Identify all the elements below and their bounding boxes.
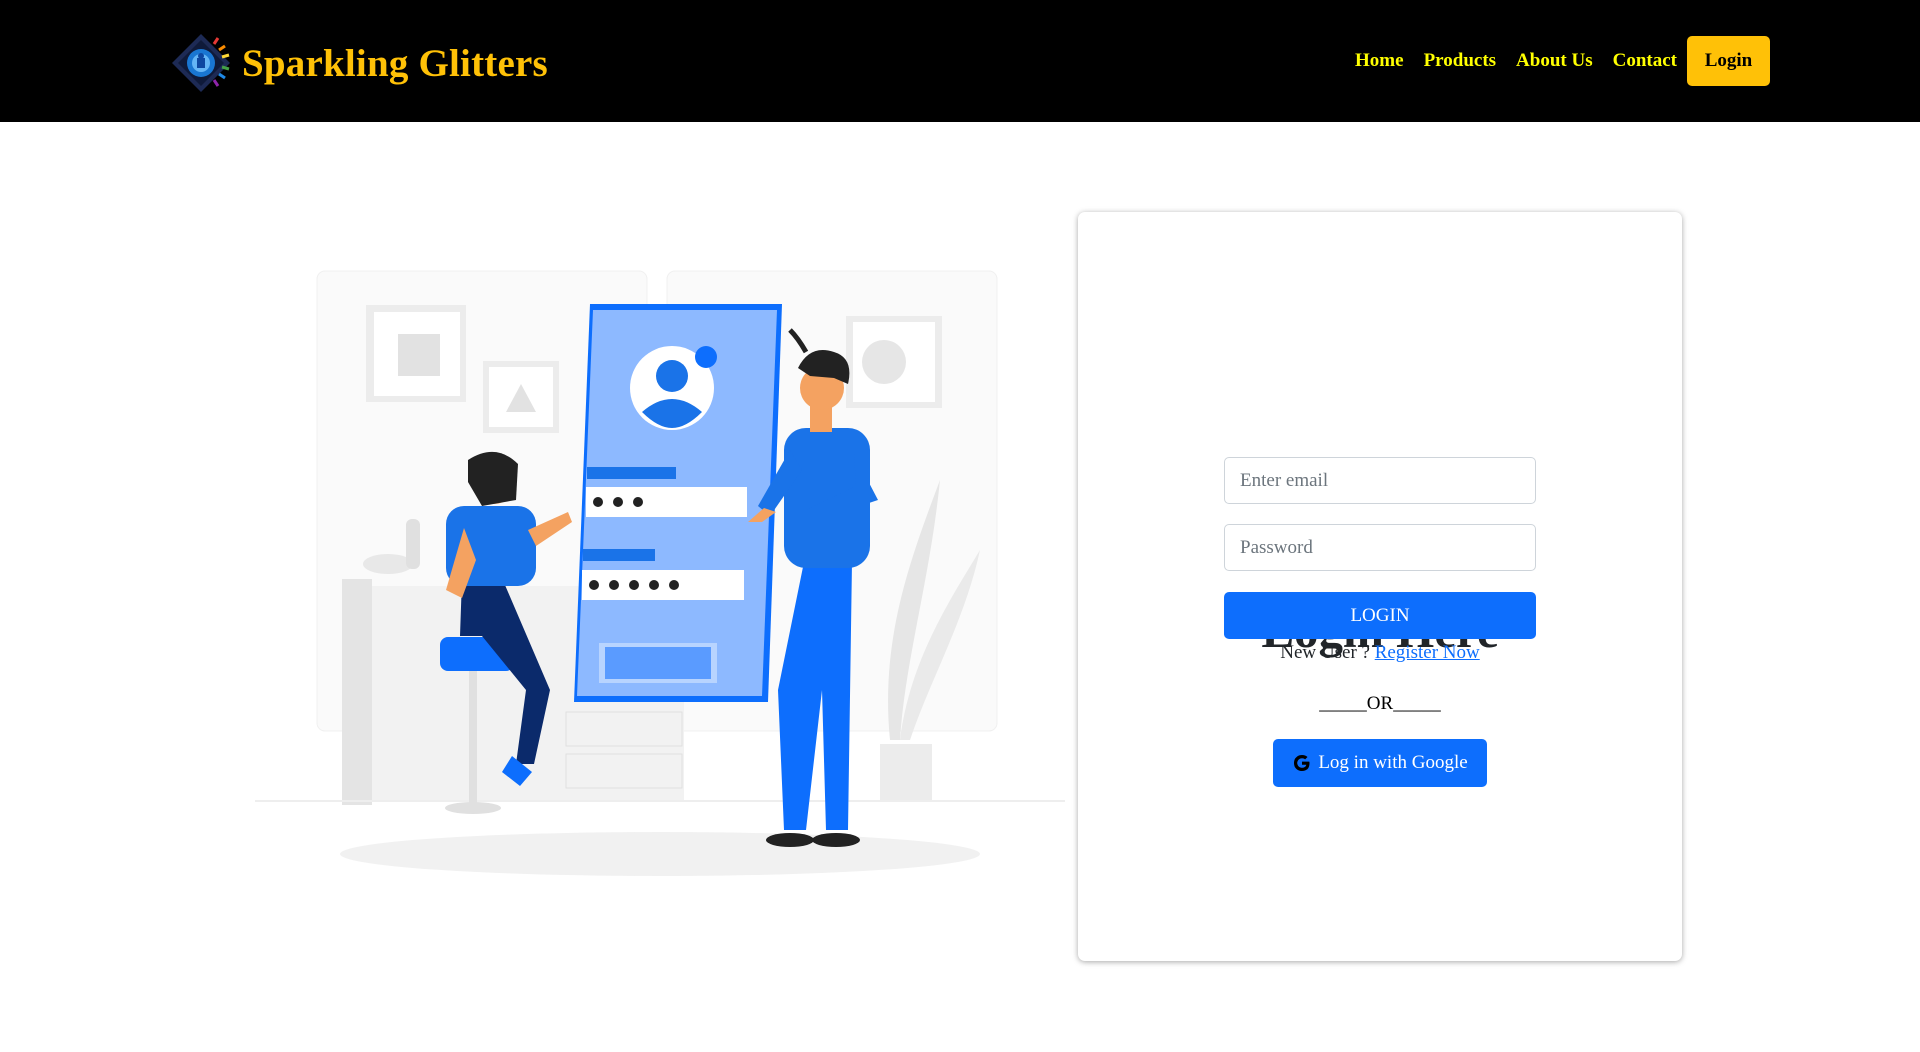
nav-contact-link[interactable]: Contact: [1613, 50, 1677, 72]
login-illustration: [255, 270, 1065, 876]
brand-name: Sparkling Glitters: [242, 41, 548, 85]
password-input[interactable]: [1224, 524, 1536, 571]
nav-about-link[interactable]: About Us: [1516, 50, 1593, 72]
nav-products-link[interactable]: Products: [1424, 50, 1496, 72]
diamond-eye-logo: [172, 34, 230, 92]
email-input[interactable]: [1224, 457, 1536, 504]
google-login-label: Log in with Google: [1318, 752, 1468, 773]
nav-links: Home Products About Us Contact Login: [1335, 36, 1770, 86]
nav-home-link[interactable]: Home: [1355, 50, 1404, 72]
google-login-button[interactable]: Log in with Google: [1273, 739, 1487, 787]
nav-login-button[interactable]: Login: [1687, 36, 1770, 86]
register-prompt: New User ? Register Now: [1078, 642, 1682, 664]
brand[interactable]: Sparkling Glitters: [168, 30, 548, 96]
navbar: Sparkling Glitters Home Products About U…: [0, 0, 1920, 122]
or-divider: _____OR_____: [1319, 693, 1441, 714]
login-card: Login Here: [1078, 212, 1682, 961]
google-g-icon: [1294, 755, 1310, 771]
register-now-link[interactable]: Register Now: [1375, 642, 1480, 663]
login-submit-button[interactable]: LOGIN: [1224, 592, 1536, 639]
new-user-text: New User ?: [1280, 642, 1375, 663]
